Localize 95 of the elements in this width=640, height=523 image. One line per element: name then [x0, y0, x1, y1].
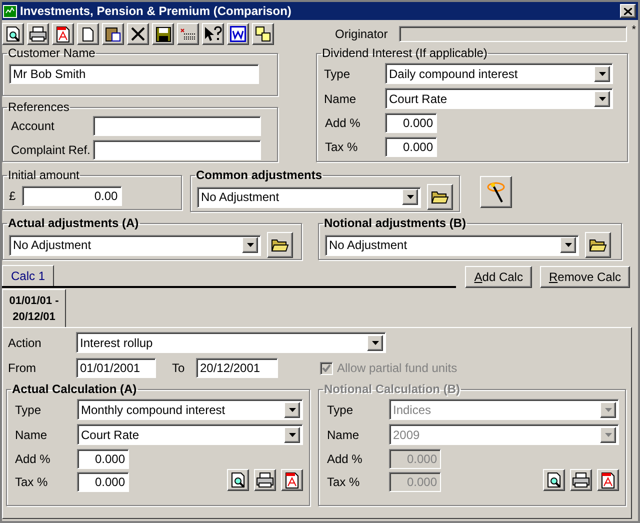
field-label: Action [7, 334, 42, 352]
close-icon [624, 8, 632, 14]
group-title: Notional adjustments (B) [323, 215, 468, 232]
dropdown[interactable]: No Adjustment [9, 234, 261, 256]
input-field[interactable]: 0.000 [385, 137, 437, 157]
window-title: Investments, Pension & Premium (Comparison) [20, 3, 292, 20]
magnifier-page-icon [5, 26, 21, 42]
print-icon [29, 26, 47, 42]
field-label: Name [323, 90, 358, 108]
open-folder-button[interactable] [427, 184, 453, 210]
group-title: Customer Name [7, 45, 96, 62]
save-button[interactable] [152, 23, 174, 45]
folder-icon [431, 190, 449, 204]
period-tab[interactable]: 01/01/01 - 20/12/01 [2, 289, 66, 327]
input-field[interactable]: 0.00 [22, 186, 122, 206]
dotted-grid-icon [180, 28, 196, 40]
app-icon [3, 4, 17, 18]
input-field[interactable]: 0.000 [77, 472, 129, 492]
blank-page-icon [82, 26, 94, 42]
dropdown[interactable]: Monthly compound interest [77, 399, 303, 420]
pointer-question-icon [204, 26, 222, 42]
dropdown[interactable]: Court Rate [385, 88, 613, 109]
field-label: Complaint Ref. [10, 142, 92, 159]
paste-button[interactable] [102, 23, 124, 45]
group-title: Actual adjustments (A) [7, 215, 140, 232]
folder-icon [271, 238, 289, 252]
field-label: From [7, 360, 37, 377]
tab[interactable]: Calc 1 [2, 265, 54, 286]
field-label: Type [323, 66, 352, 82]
pdf-document-icon [55, 26, 71, 42]
dropdown[interactable]: Daily compound interest [385, 63, 613, 84]
clipboard-icon [105, 26, 121, 42]
overlapping-squares-icon [255, 26, 271, 42]
magnifier-page-icon [546, 472, 562, 488]
new-button[interactable] [77, 23, 99, 45]
input-field[interactable] [93, 116, 261, 136]
group-title: Dividend Interest (If applicable) [321, 45, 488, 62]
originator-field[interactable] [398, 26, 627, 42]
input-field[interactable] [93, 140, 261, 160]
required-marker: * [632, 23, 636, 38]
print-preview-button[interactable] [2, 23, 24, 45]
delete-button[interactable] [127, 23, 149, 45]
pdf-button[interactable] [52, 23, 74, 45]
field-label: Originator [335, 26, 388, 43]
group-title: Notional Calculation (B) [323, 381, 461, 398]
dropdown[interactable]: No Adjustment [197, 186, 421, 208]
input-field[interactable]: Mr Bob Smith [9, 64, 259, 84]
print-button[interactable] [254, 469, 276, 491]
open-folder-button[interactable] [267, 232, 293, 258]
field-label: Tax % [326, 474, 361, 491]
group-title: Initial amount [7, 167, 80, 184]
open-folder-button[interactable] [585, 232, 611, 258]
wand-button[interactable] [480, 176, 512, 208]
dropdown[interactable]: Interest rollup [76, 332, 386, 353]
push-button[interactable]: Add Calc [465, 266, 532, 288]
field-label: Tax % [324, 139, 359, 156]
pdf-document-icon [600, 472, 616, 488]
group-title: Actual Calculation (A) [11, 381, 138, 398]
field-label: Account [10, 118, 56, 135]
field-label: Type [14, 402, 42, 418]
group-title: References [7, 99, 70, 116]
field-label: Add % [326, 451, 364, 468]
field-label: Tax % [14, 474, 49, 491]
dropdown[interactable]: Court Rate [77, 424, 303, 445]
magnifier-page-icon [230, 472, 246, 488]
print-icon [256, 472, 274, 488]
field-label: Add % [14, 451, 52, 468]
group-title: Common adjustments [195, 167, 324, 184]
help-button[interactable] [202, 23, 224, 45]
field-label: £ [9, 188, 16, 205]
delete-rows-button[interactable] [177, 23, 199, 45]
dropdown[interactable]: No Adjustment [325, 234, 579, 256]
print-button[interactable] [27, 23, 49, 45]
field-label: Name [14, 426, 48, 444]
arrange-button[interactable] [252, 23, 274, 45]
input-field[interactable]: 0.000 [385, 113, 437, 133]
x-icon [131, 27, 145, 41]
close-button[interactable] [620, 4, 636, 18]
field-label: Add % [324, 115, 362, 132]
pdf-document-icon [284, 472, 300, 488]
field-label: Allow partial fund units [337, 360, 458, 377]
print-preview-button[interactable] [227, 469, 249, 491]
word-export-button[interactable] [227, 23, 249, 45]
word-document-icon [230, 26, 246, 42]
checkmark-icon [322, 364, 331, 372]
pdf-button[interactable] [281, 469, 303, 491]
push-button[interactable]: Remove Calc [540, 266, 630, 288]
input-field[interactable]: 20/12/2001 [196, 358, 278, 378]
input-field[interactable]: 0.000 [77, 449, 129, 469]
field-label: Name [326, 426, 360, 444]
folder-icon [589, 238, 607, 252]
input-field[interactable]: 01/01/2001 [76, 358, 156, 378]
field-label: Type [326, 402, 354, 418]
print-icon [572, 472, 590, 488]
field-label: To [171, 360, 186, 377]
